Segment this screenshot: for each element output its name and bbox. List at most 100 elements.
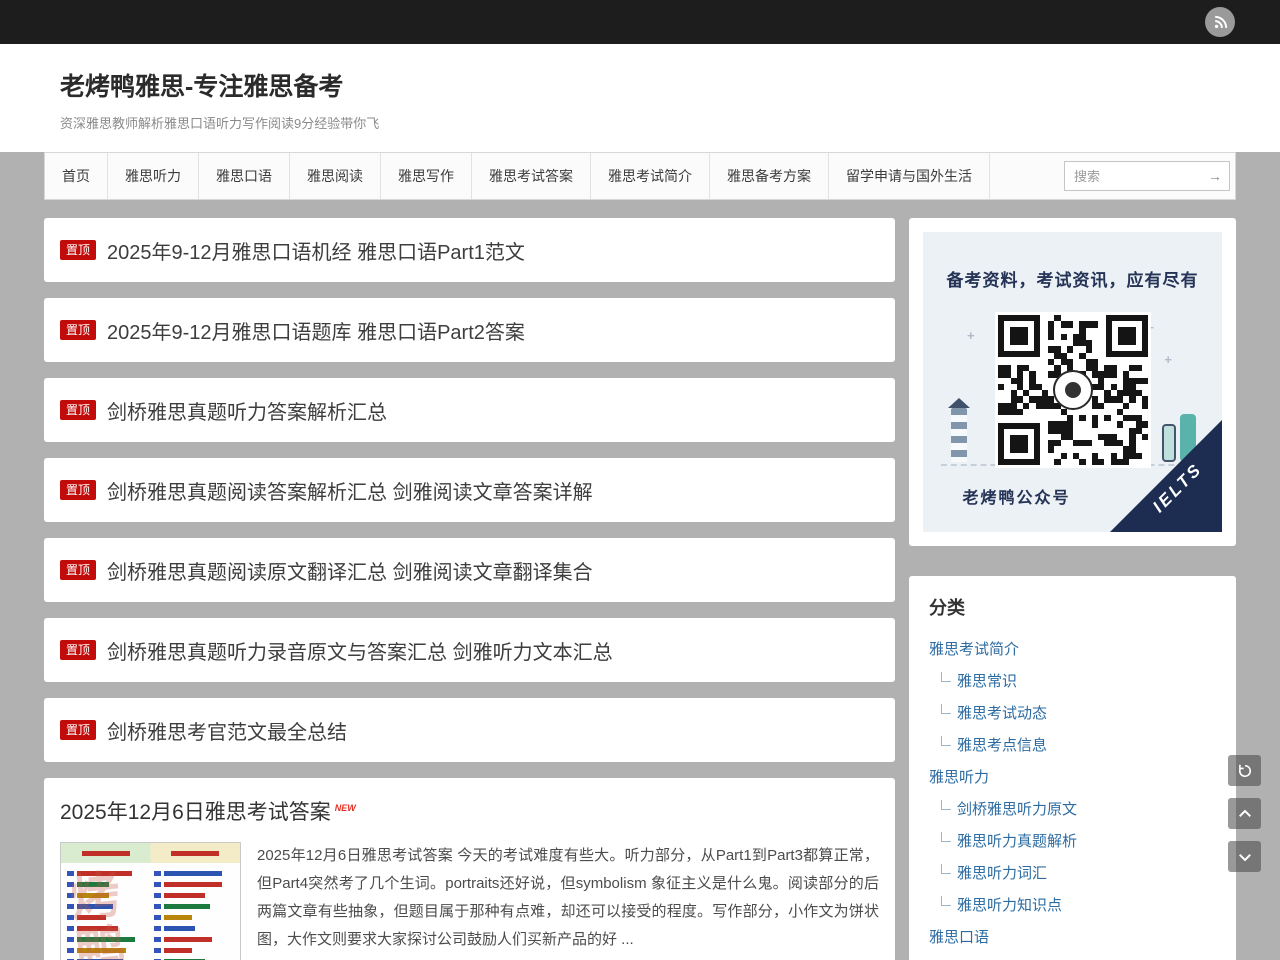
category-item-speaking: 雅思口语	[929, 920, 1218, 952]
scroll-up-button[interactable]	[1228, 798, 1261, 829]
nav-item-speaking[interactable]: 雅思口语	[199, 153, 290, 199]
pinned-post-card: 置顶剑桥雅思考官范文最全总结	[44, 698, 895, 762]
nav-item-writing[interactable]: 雅思写作	[381, 153, 472, 199]
lighthouse-icon	[951, 408, 967, 462]
categories-widget: 分类 雅思考试简介雅思常识雅思考试动态雅思考点信息雅思听力剑桥雅思听力原文雅思听…	[909, 576, 1236, 960]
category-item-listening-scripts: 剑桥雅思听力原文	[929, 792, 1218, 824]
promo-headline: 备考资料，考试资讯，应有尽有	[923, 232, 1222, 291]
categories-list: 雅思考试简介雅思常识雅思考试动态雅思考点信息雅思听力剑桥雅思听力原文雅思听力真题…	[927, 632, 1218, 952]
category-item-exam-news: 雅思考试动态	[929, 696, 1218, 728]
article-body: 烤鸭 2025年12月6日雅思考试答案 今天的考试难度有些大。听力部分，从Par…	[60, 842, 879, 960]
category-link-ielts-basics[interactable]: 雅思常识	[957, 670, 1017, 691]
pinned-post-title[interactable]: 2025年9-12月雅思口语题库 雅思口语Part2答案	[107, 316, 525, 345]
category-item-listening: 雅思听力	[929, 760, 1218, 792]
pinned-badge: 置顶	[60, 320, 96, 340]
tree-connector-icon	[941, 832, 951, 842]
category-link-listening-vocab[interactable]: 雅思听力词汇	[957, 862, 1047, 883]
pinned-post-card: 置顶 2025年9-12月雅思口语机经 雅思口语Part1范文	[44, 218, 895, 282]
tree-connector-icon	[941, 672, 951, 682]
pinned-post-title[interactable]: 剑桥雅思真题听力录音原文与答案汇总 剑雅听力文本汇总	[107, 636, 613, 665]
rss-icon[interactable]	[1205, 7, 1235, 37]
thumbnail-table-rows	[61, 863, 240, 960]
pinned-post-card: 置顶 2025年9-12月雅思口语题库 雅思口语Part2答案	[44, 298, 895, 362]
category-item-listening-vocab: 雅思听力词汇	[929, 856, 1218, 888]
article-title[interactable]: 2025年12月6日雅思考试答案 NEW	[60, 796, 879, 826]
float-toolbar	[1228, 755, 1261, 884]
pinned-badge: 置顶	[60, 640, 96, 660]
category-link-exam-intro[interactable]: 雅思考试简介	[929, 638, 1019, 659]
pinned-post-title[interactable]: 剑桥雅思真题阅读答案解析汇总 剑雅阅读文章答案详解	[107, 476, 593, 505]
ielts-corner-ribbon	[1110, 420, 1222, 532]
search-submit-button[interactable]: →	[1204, 168, 1226, 184]
category-item-ielts-basics: 雅思常识	[929, 664, 1218, 696]
pinned-post-card: 置顶剑桥雅思真题听力录音原文与答案汇总 剑雅听力文本汇总	[44, 618, 895, 682]
main-column: 置顶2025年9-12月雅思口语机经 雅思口语Part1范文置顶2025年9-1…	[44, 218, 895, 960]
sidebar: 备考资料，考试资讯，应有尽有 + + + 老烤鸭公众号	[909, 218, 1236, 960]
thumbnail-header-band	[61, 843, 240, 863]
pinned-post-card: 置顶剑桥雅思真题阅读原文翻译汇总 剑雅阅读文章翻译集合	[44, 538, 895, 602]
pinned-post-card: 置顶剑桥雅思真题听力答案解析汇总	[44, 378, 895, 442]
category-item-listening-points: 雅思听力知识点	[929, 888, 1218, 920]
category-link-speaking[interactable]: 雅思口语	[929, 926, 989, 947]
promo-caption: 老烤鸭公众号	[923, 484, 1110, 508]
chevron-up-icon	[1236, 805, 1254, 823]
category-link-listening-points[interactable]: 雅思听力知识点	[957, 894, 1062, 915]
refresh-icon	[1236, 762, 1254, 780]
article-excerpt: 2025年12月6日雅思考试答案 今天的考试难度有些大。听力部分，从Part1到…	[257, 842, 879, 960]
category-link-listening-analysis[interactable]: 雅思听力真题解析	[957, 830, 1077, 851]
qr-finder-icon	[998, 423, 1040, 465]
pinned-badge: 置顶	[60, 480, 96, 500]
pinned-post-title[interactable]: 剑桥雅思考官范文最全总结	[107, 716, 347, 745]
chevron-down-icon	[1236, 848, 1254, 866]
nav-item-prep-plan[interactable]: 雅思备考方案	[710, 153, 829, 199]
category-item-listening-analysis: 雅思听力真题解析	[929, 824, 1218, 856]
promo-image[interactable]: 备考资料，考试资讯，应有尽有 + + + 老烤鸭公众号	[923, 232, 1222, 532]
qr-mascot-icon	[1053, 370, 1093, 410]
site-title[interactable]: 老烤鸭雅思-专注雅思备考	[60, 67, 1236, 103]
rss-glyph	[1212, 14, 1229, 31]
pinned-badge: 置顶	[60, 240, 96, 260]
tree-connector-icon	[941, 800, 951, 810]
qr-finder-icon	[1106, 315, 1148, 357]
pinned-badge: 置顶	[60, 560, 96, 580]
scroll-refresh-button[interactable]	[1228, 755, 1261, 786]
pinned-badge: 置顶	[60, 400, 96, 420]
category-item-exam-intro: 雅思考试简介	[929, 632, 1218, 664]
category-link-test-centers[interactable]: 雅思考点信息	[957, 734, 1047, 755]
article-thumbnail[interactable]: 烤鸭	[60, 842, 241, 960]
qr-finder-icon	[998, 315, 1040, 357]
pinned-post-title[interactable]: 剑桥雅思真题听力答案解析汇总	[107, 396, 387, 425]
tree-connector-icon	[941, 864, 951, 874]
article-title-text: 2025年12月6日雅思考试答案	[60, 801, 331, 824]
nav-item-exam-answers[interactable]: 雅思考试答案	[472, 153, 591, 199]
categories-title: 分类	[929, 594, 1218, 620]
scroll-down-button[interactable]	[1228, 841, 1261, 872]
category-item-test-centers: 雅思考点信息	[929, 728, 1218, 760]
main-nav: 首页雅思听力雅思口语雅思阅读雅思写作雅思考试答案雅思考试简介雅思备考方案留学申请…	[45, 153, 990, 199]
category-link-listening-scripts[interactable]: 剑桥雅思听力原文	[957, 798, 1077, 819]
search-box: →	[1064, 161, 1230, 191]
nav-item-exam-intro[interactable]: 雅思考试简介	[591, 153, 710, 199]
sparkle-icon: +	[967, 328, 975, 343]
main-navbar: 首页雅思听力雅思口语雅思阅读雅思写作雅思考试答案雅思考试简介雅思备考方案留学申请…	[44, 152, 1236, 200]
topbar	[0, 0, 1280, 44]
nav-item-study-abroad[interactable]: 留学申请与国外生活	[829, 153, 990, 199]
article-card: 2025年12月6日雅思考试答案 NEW 烤鸭 2025年12月6日雅思考试答案 …	[44, 778, 895, 960]
pinned-post-title[interactable]: 2025年9-12月雅思口语机经 雅思口语Part1范文	[107, 236, 525, 265]
category-link-listening[interactable]: 雅思听力	[929, 766, 989, 787]
tree-connector-icon	[941, 896, 951, 906]
category-link-exam-news[interactable]: 雅思考试动态	[957, 702, 1047, 723]
pinned-posts-list: 置顶2025年9-12月雅思口语机经 雅思口语Part1范文置顶2025年9-1…	[44, 218, 895, 762]
nav-item-home[interactable]: 首页	[45, 153, 108, 199]
site-subtitle: 资深雅思教师解析雅思口语听力写作阅读9分经验带你飞	[60, 113, 1236, 132]
promo-widget: 备考资料，考试资讯，应有尽有 + + + 老烤鸭公众号	[909, 218, 1236, 546]
nav-item-listening[interactable]: 雅思听力	[108, 153, 199, 199]
sparkle-icon: +	[1164, 352, 1172, 367]
tree-connector-icon	[941, 736, 951, 746]
pinned-post-title[interactable]: 剑桥雅思真题阅读原文翻译汇总 剑雅阅读文章翻译集合	[107, 556, 593, 585]
new-badge: NEW	[335, 803, 356, 813]
pinned-badge: 置顶	[60, 720, 96, 740]
pinned-post-card: 置顶剑桥雅思真题阅读答案解析汇总 剑雅阅读文章答案详解	[44, 458, 895, 522]
nav-item-reading[interactable]: 雅思阅读	[290, 153, 381, 199]
site-header: 老烤鸭雅思-专注雅思备考 资深雅思教师解析雅思口语听力写作阅读9分经验带你飞	[0, 44, 1280, 152]
